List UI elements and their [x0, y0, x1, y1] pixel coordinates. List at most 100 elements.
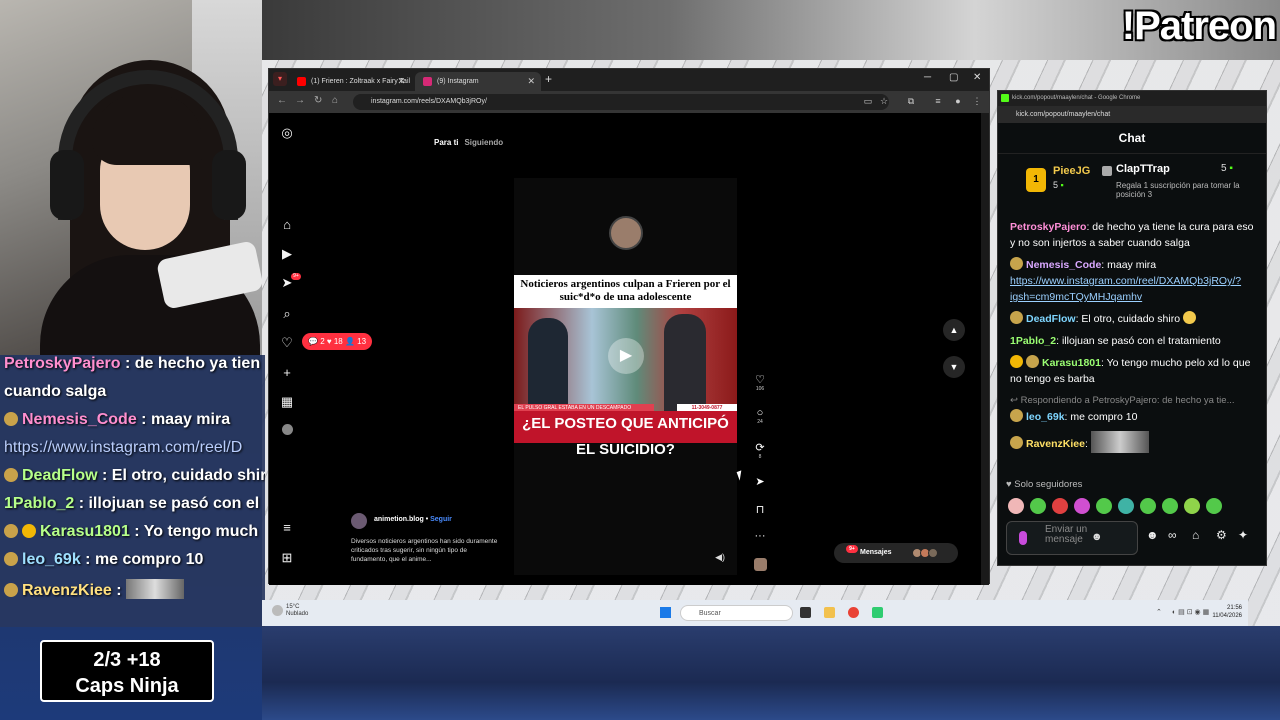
tray-chevron-icon[interactable]: ⌃ [1156, 608, 1162, 616]
gift-icon[interactable]: ✦ [1238, 528, 1248, 542]
meta-apps-icon[interactable]: ⊞ [279, 550, 295, 566]
overlay-chat: PetroskyPajero : de hecho ya tien cuando… [0, 355, 265, 627]
emote-icon[interactable] [1008, 498, 1024, 514]
more-menu-icon[interactable]: ≡ [279, 520, 295, 536]
chat-message[interactable]: Karasu1801: Yo tengo mucho pelo xd lo qu… [1010, 355, 1260, 387]
forward-button[interactable]: → [295, 95, 305, 106]
repost-button[interactable]: ⟳ 8 [749, 441, 771, 460]
follow-button[interactable]: Seguir [430, 516, 452, 523]
gift-leaderboard: 1 PieeJG 5 ▪ ClapTTrap 5 ▪ Regala 1 susc… [1026, 163, 1266, 203]
second-gifter-name[interactable]: ClapTTrap [1102, 163, 1170, 176]
chat-message[interactable]: 1Pablo_2: illojuan se pasó con el tratam… [1010, 333, 1260, 349]
emote-picker-icon[interactable]: ☻ [1091, 531, 1103, 543]
author-avatar[interactable] [351, 513, 367, 529]
emote-icon[interactable] [1074, 498, 1090, 514]
bookmark-star-icon[interactable]: ☆ [879, 96, 889, 106]
extensions-icon[interactable]: ⧉ [906, 96, 916, 106]
tab-siguiendo[interactable]: Siguiendo [464, 138, 503, 147]
new-tab-button[interactable]: + [545, 72, 552, 86]
close-window-button[interactable]: ✕ [973, 72, 981, 83]
settings-gear-icon[interactable]: ⚙ [1216, 528, 1227, 542]
taskbar-clock[interactable]: 21:56 11/04/2026 [1198, 604, 1242, 620]
address-bar[interactable]: kick.com/popout/maaylen/chat [998, 106, 1266, 123]
media-icon[interactable]: ≡ [933, 96, 943, 106]
task-view-icon[interactable] [800, 607, 811, 618]
profile-icon[interactable]: ● [953, 96, 963, 106]
author-name[interactable]: animetion.blog [374, 516, 424, 523]
home-icon[interactable]: ⌂ [279, 217, 295, 233]
emote-icon[interactable] [1184, 498, 1200, 514]
app-icon[interactable] [872, 607, 883, 618]
search-icon[interactable]: ⌕ [279, 306, 295, 322]
tab-instagram[interactable]: (9) Instagram ✕ [415, 72, 541, 91]
reload-button[interactable]: ↻ [314, 95, 322, 106]
messages-button[interactable]: 9+ Mensajes [834, 543, 958, 563]
gift-prompt[interactable]: Regala 1 suscripción para tomar la posic… [1116, 181, 1256, 199]
notifications-heart-icon[interactable]: ♡ [279, 335, 295, 351]
chat-message[interactable]: DeadFlow: El otro, cuidado shiro [1010, 311, 1260, 327]
chat-heading: Chat [1118, 131, 1146, 145]
emote-icon[interactable] [1140, 498, 1156, 514]
emote-icon[interactable] [1052, 498, 1068, 514]
store-icon[interactable]: ⌂ [1192, 528, 1199, 542]
emote-icon[interactable] [1162, 498, 1178, 514]
emote-icon[interactable] [1118, 498, 1134, 514]
reply-context[interactable]: ↩ Respondiendo a PetroskyPajero: de hech… [1010, 393, 1260, 409]
tab-search-button[interactable]: ▾ [273, 72, 287, 86]
chat-message[interactable]: leo_69k: me compro 10 [1010, 409, 1260, 425]
audio-button[interactable] [749, 558, 771, 574]
dashboard-icon[interactable]: ▦ [279, 394, 295, 410]
share-button[interactable]: ➤ [749, 475, 771, 488]
weather-widget[interactable]: 15°C Nublado [272, 604, 308, 618]
emote-icon[interactable] [1206, 498, 1222, 514]
chat-link[interactable]: https://www.instagram.com/reel/DXAMQb3jR… [1010, 275, 1241, 303]
cast-icon[interactable]: ▭ [863, 96, 873, 106]
emote-icon[interactable] [1096, 498, 1112, 514]
close-tab-icon[interactable]: ✕ [397, 72, 405, 91]
commands-icon[interactable]: ∞ [1168, 528, 1177, 542]
tab-youtube[interactable]: (1) Frieren : Zoltraak x Fairy Tail ✕ [289, 72, 411, 91]
badge-icon [1010, 311, 1023, 324]
home-button[interactable]: ⌂ [332, 95, 338, 106]
file-explorer-icon[interactable] [824, 607, 835, 618]
reel-thumbnail[interactable]: Noticieros argentinos culpan a Frieren p… [514, 275, 737, 458]
maximize-button[interactable]: ▢ [949, 72, 958, 83]
emote-menu-icon[interactable]: ☻ [1146, 528, 1159, 542]
previous-reel-button[interactable]: ▲ [943, 319, 965, 341]
reel-player[interactable]: Noticieros argentinos culpan a Frieren p… [514, 178, 737, 575]
badge-icon [1010, 257, 1023, 270]
address-bar[interactable]: instagram.com/reels/DXAMQb3jROy/ [353, 94, 889, 110]
chat-input[interactable]: Enviar un mensaje ☻ [1006, 521, 1138, 555]
mute-icon[interactable]: ◀) [715, 552, 725, 563]
save-button[interactable]: ⊓ [749, 503, 771, 516]
reels-icon[interactable]: ▶ [279, 246, 295, 262]
avatar[interactable] [279, 423, 295, 439]
emote-icon[interactable] [1030, 498, 1046, 514]
comment-button[interactable]: ○ 24 [749, 407, 771, 425]
overlay-chat-line: DeadFlow : El otro, cuidado shir [0, 467, 265, 495]
taskbar-search[interactable]: Buscar [680, 605, 793, 621]
chrome-icon[interactable] [848, 607, 859, 618]
close-tab-icon[interactable]: ✕ [527, 72, 535, 91]
instagram-logo-icon[interactable]: ◎ [279, 125, 295, 141]
bookmark-icon: ⊓ [755, 504, 765, 516]
tab-para-ti[interactable]: Para ti [434, 138, 458, 147]
minimize-button[interactable]: ─ [924, 72, 931, 83]
chat-message[interactable]: PetroskyPajero: de hecho ya tiene la cur… [1010, 219, 1260, 251]
menu-icon[interactable]: ⋮ [972, 96, 982, 106]
windows-start-icon[interactable] [660, 607, 671, 618]
top-gifter-name[interactable]: PieeJG [1053, 165, 1090, 177]
back-button[interactable]: ← [277, 95, 287, 106]
next-reel-button[interactable]: ▼ [943, 356, 965, 378]
chat-message[interactable]: RavenzKiee: [1010, 431, 1260, 453]
microphone-icon[interactable] [1019, 531, 1027, 545]
notification-popup[interactable]: 💬 2 ♥ 18 👤 13 [302, 333, 373, 350]
scrollbar[interactable] [981, 113, 989, 585]
create-icon[interactable]: + [279, 365, 295, 381]
like-button[interactable]: ♡ 106 [749, 373, 771, 392]
chat-message[interactable]: Nemesis_Code: maay mira https://www.insta… [1010, 257, 1260, 305]
reel-description[interactable]: Diversos noticieros argentinos han sido … [351, 537, 501, 564]
play-icon[interactable]: ▶ [608, 338, 644, 374]
more-options-button[interactable]: ··· [749, 530, 771, 542]
avatar [928, 548, 938, 558]
